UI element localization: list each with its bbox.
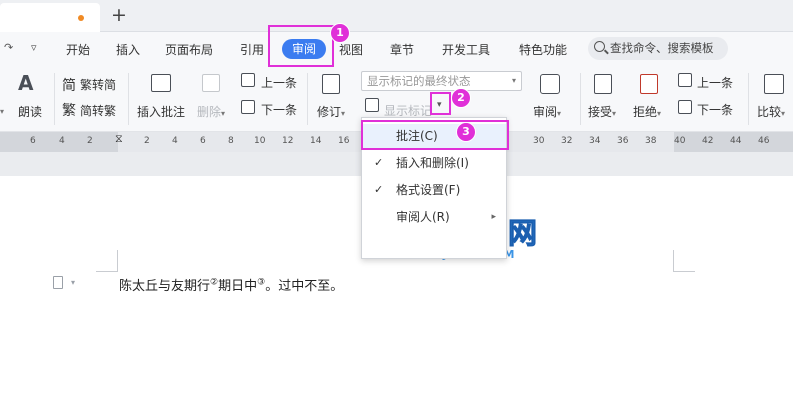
ruler-tick: 38 xyxy=(645,136,657,146)
ruler-tick: 32 xyxy=(561,136,573,146)
review-pane-button[interactable]: 审阅▾ xyxy=(533,103,561,120)
ribbon-separator xyxy=(307,73,308,125)
ruler-tick: 16 xyxy=(338,136,350,146)
delete-comment-icon xyxy=(202,74,220,92)
accept-icon xyxy=(594,74,612,94)
show-markup-icon xyxy=(365,98,379,112)
search-icon xyxy=(594,41,605,52)
chevron-down-icon: ▾ xyxy=(511,76,516,85)
ruler-tick: 4 xyxy=(172,136,178,146)
next-comment-button[interactable]: 下一条 xyxy=(261,101,297,118)
menu-item-reviewers[interactable]: 审阅人(R) ▸ xyxy=(362,205,506,229)
ruler-tick: 8 xyxy=(228,136,234,146)
menu-developer[interactable]: 开发工具 xyxy=(442,41,490,58)
checkmark-icon: ✓ xyxy=(374,156,384,169)
menu-home[interactable]: 开始 xyxy=(66,41,90,58)
accept-button[interactable]: 接受▾ xyxy=(588,103,616,120)
ruler-tick: 40 xyxy=(674,136,686,146)
indent-marker-icon[interactable]: ⧖ xyxy=(115,132,123,146)
ruler-tick: 42 xyxy=(702,136,714,146)
ruler-tick: 6 xyxy=(30,136,36,146)
trad-to-simp-button[interactable]: 繁转简 xyxy=(80,76,116,93)
ribbon-left-arrow-icon: ▾ xyxy=(0,107,5,116)
ribbon-separator xyxy=(54,73,55,125)
document-tab-bar: + xyxy=(0,0,793,32)
ribbon-separator xyxy=(580,73,581,125)
track-changes-button[interactable]: 修订▾ xyxy=(317,103,345,120)
menu-page-layout[interactable]: 页面布局 xyxy=(165,41,213,58)
menu-chapter[interactable]: 章节 xyxy=(390,41,414,58)
next-change-icon xyxy=(678,100,692,114)
ruler-tick: 10 xyxy=(254,136,266,146)
redo-icon[interactable]: ↷ xyxy=(4,41,13,54)
unsaved-indicator-icon xyxy=(78,15,84,21)
annotation-highlight-review-tab xyxy=(268,25,334,67)
annotation-badge: 1 xyxy=(330,23,350,43)
menu-insert[interactable]: 插入 xyxy=(116,41,140,58)
chevron-right-icon: ▸ xyxy=(491,212,496,222)
prev-change-button[interactable]: 上一条 xyxy=(697,74,733,91)
footnote-ref: ② xyxy=(210,277,219,288)
read-aloud-button[interactable]: 朗读 xyxy=(18,103,42,120)
markup-state-select[interactable]: 显示标记的最终状态 ▾ xyxy=(361,71,522,91)
checkmark-icon: ✓ xyxy=(374,183,384,196)
ribbon-separator xyxy=(128,73,129,125)
menu-special-features[interactable]: 特色功能 xyxy=(519,41,567,58)
insert-comment-icon xyxy=(151,74,171,92)
reject-icon xyxy=(640,74,658,94)
footnote-ref: ③ xyxy=(257,277,266,288)
simp-to-trad-button[interactable]: 简转繁 xyxy=(80,102,116,119)
paragraph-menu-icon[interactable] xyxy=(53,276,63,289)
quick-access-dropdown-icon[interactable]: ▿ xyxy=(31,41,37,54)
annotation-highlight-comments-item xyxy=(361,120,509,150)
command-search-box[interactable]: 查找命令、搜索模板 xyxy=(588,37,728,60)
menu-bar: ↷ ▿ 开始 插入 页面布局 引用 审阅 视图 章节 开发工具 特色功能 查找命… xyxy=(0,32,793,65)
review-pane-icon xyxy=(540,74,560,94)
insert-comment-button[interactable]: 插入批注 xyxy=(137,103,185,120)
annotation-badge: 3 xyxy=(456,122,476,142)
ruler-tick: 2 xyxy=(87,136,93,146)
margin-corner-mark xyxy=(673,250,695,272)
simp-to-trad-icon: 繁 xyxy=(62,103,76,119)
reject-button[interactable]: 拒绝▾ xyxy=(633,103,661,120)
ruler-tick: 12 xyxy=(282,136,294,146)
ruler-tick: 36 xyxy=(617,136,629,146)
compare-icon xyxy=(764,74,784,94)
ribbon-separator xyxy=(748,73,749,125)
ruler-tick: 34 xyxy=(589,136,601,146)
prev-comment-button[interactable]: 上一条 xyxy=(261,74,297,91)
ruler-tick: 30 xyxy=(533,136,545,146)
menu-view[interactable]: 视图 xyxy=(339,41,363,58)
menu-item-insertions-deletions[interactable]: ✓ 插入和删除(I) xyxy=(362,151,506,175)
annotation-highlight-dropdown-arrow xyxy=(430,92,451,115)
trad-to-simp-icon: 简 xyxy=(62,78,76,94)
prev-change-icon xyxy=(678,73,692,87)
ruler-tick: 44 xyxy=(730,136,742,146)
ruler-tick: 2 xyxy=(144,136,150,146)
delete-comment-button[interactable]: 删除▾ xyxy=(197,103,225,120)
track-changes-icon xyxy=(322,74,340,94)
next-change-button[interactable]: 下一条 xyxy=(697,101,733,118)
ruler-tick: 4 xyxy=(59,136,65,146)
ruler-tick: 6 xyxy=(200,136,206,146)
menu-item-formatting[interactable]: ✓ 格式设置(F) xyxy=(362,178,506,202)
ruler-tick: 46 xyxy=(758,136,770,146)
read-aloud-icon: A xyxy=(18,71,34,95)
document-tab[interactable] xyxy=(0,3,100,32)
compare-button[interactable]: 比较▾ xyxy=(757,103,785,120)
margin-corner-mark xyxy=(96,250,118,272)
search-placeholder: 查找命令、搜索模板 xyxy=(610,41,714,55)
annotation-badge: 2 xyxy=(451,88,471,108)
prev-comment-icon xyxy=(241,73,255,87)
next-comment-icon xyxy=(241,100,255,114)
document-text-line[interactable]: 陈太丘与友期行②期日中③。过中不至。 xyxy=(119,275,343,294)
menu-references[interactable]: 引用 xyxy=(240,41,264,58)
chevron-down-icon[interactable]: ▾ xyxy=(71,278,75,287)
ruler-tick: 14 xyxy=(310,136,322,146)
new-tab-plus-icon[interactable]: + xyxy=(111,4,127,26)
